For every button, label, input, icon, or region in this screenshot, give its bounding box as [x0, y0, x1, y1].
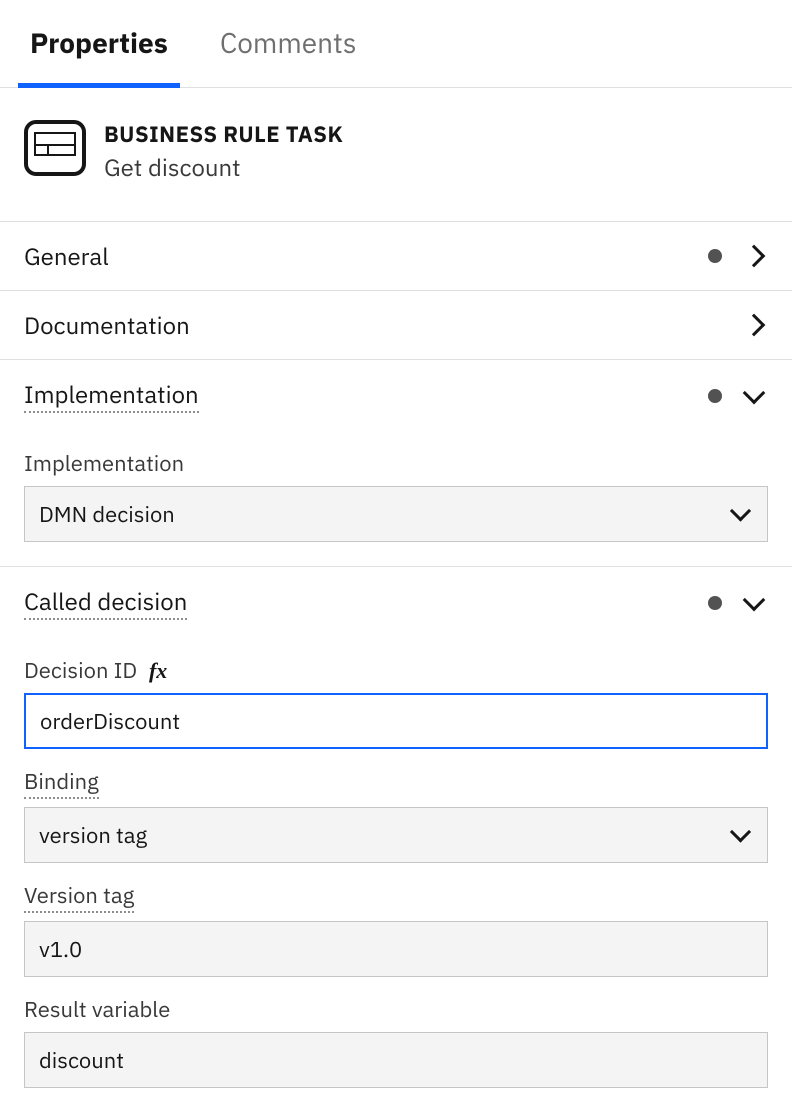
- section-general: General: [0, 222, 792, 291]
- section-implementation: Implementation Implementation DMN decisi…: [0, 360, 792, 567]
- task-name: Get discount: [104, 151, 343, 183]
- business-rule-task-icon: [24, 120, 86, 176]
- status-dot-icon: [708, 596, 722, 610]
- section-documentation-header[interactable]: Documentation: [0, 291, 792, 359]
- chevron-down-icon: [743, 588, 766, 611]
- chevron-right-icon: [743, 314, 766, 337]
- tab-comments[interactable]: Comments: [214, 0, 363, 87]
- result-variable-input[interactable]: [24, 1032, 768, 1088]
- status-dot-icon: [708, 249, 722, 263]
- section-general-header[interactable]: General: [0, 222, 792, 290]
- section-title: Implementation: [24, 378, 199, 413]
- section-title: General: [24, 240, 708, 272]
- task-type: BUSINESS RULE TASK: [104, 120, 343, 149]
- version-tag-label: Version tag: [24, 881, 134, 913]
- implementation-select[interactable]: DMN decision: [24, 486, 768, 542]
- binding-select[interactable]: version tag: [24, 807, 768, 863]
- decision-id-input[interactable]: [24, 693, 768, 749]
- section-called-decision-header[interactable]: Called decision: [0, 567, 792, 638]
- section-title: Called decision: [24, 585, 187, 620]
- tab-bar: Properties Comments: [0, 0, 792, 88]
- section-called-decision: Called decision Decision ID fx Binding v…: [0, 567, 792, 1112]
- result-variable-label: Result variable: [24, 995, 170, 1024]
- section-implementation-header[interactable]: Implementation: [0, 360, 792, 431]
- decision-id-label: Decision ID: [24, 656, 137, 685]
- fx-icon[interactable]: fx: [149, 658, 167, 683]
- implementation-field-label: Implementation: [24, 449, 184, 478]
- section-documentation: Documentation: [0, 291, 792, 360]
- chevron-right-icon: [743, 245, 766, 268]
- status-dot-icon: [708, 389, 722, 403]
- section-title: Documentation: [24, 309, 746, 341]
- version-tag-input[interactable]: [24, 921, 768, 977]
- tab-properties[interactable]: Properties: [24, 0, 174, 87]
- chevron-down-icon: [743, 381, 766, 404]
- task-header: BUSINESS RULE TASK Get discount: [0, 88, 792, 193]
- binding-label: Binding: [24, 767, 99, 799]
